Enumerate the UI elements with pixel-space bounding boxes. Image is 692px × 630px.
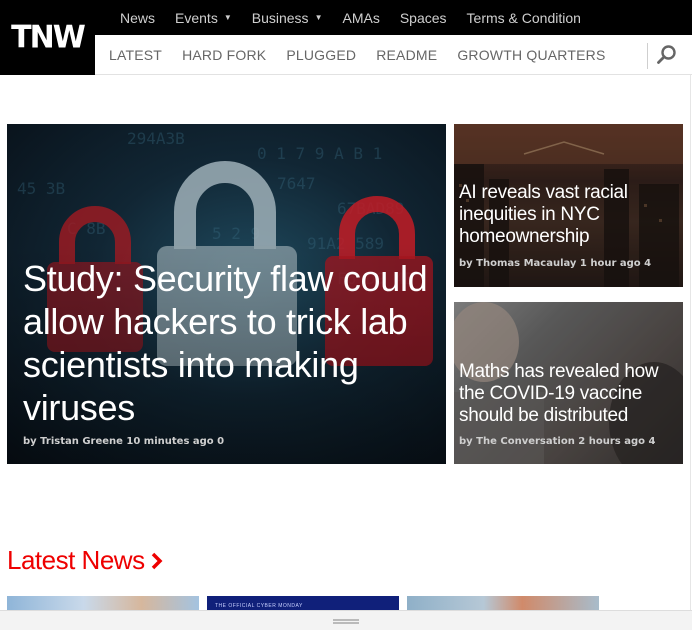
featured-article-card[interactable]: 294A3B 0 1 7 9 A B 1 7647 67BAD89 45 3B … xyxy=(7,124,446,464)
featured-article-title[interactable]: Study: Security flaw could allow hackers… xyxy=(23,257,433,429)
drag-handle-icon xyxy=(333,619,359,624)
top-nav-label: News xyxy=(120,9,156,26)
search-button[interactable] xyxy=(655,43,679,67)
top-nav-events[interactable]: Events ▼ xyxy=(165,10,242,26)
chevron-down-icon: ▼ xyxy=(223,13,232,22)
search-icon xyxy=(657,45,676,64)
article-card[interactable]: Maths has revealed how the COVID-19 vacc… xyxy=(454,302,683,464)
top-nav-terms[interactable]: Terms & Condition xyxy=(457,10,591,26)
section-readme[interactable]: README xyxy=(376,47,437,63)
article-byline: by Thomas Macaulay 1 hour ago 4 xyxy=(459,258,652,269)
section-hard-fork[interactable]: HARD FORK xyxy=(182,47,266,63)
section-latest[interactable]: LATEST xyxy=(109,47,162,63)
top-nav-label: Business xyxy=(251,9,309,26)
divider xyxy=(690,75,691,615)
divider xyxy=(647,43,648,69)
thumbnail-caption: THE OFFICIAL CYBER MONDAY xyxy=(215,603,303,609)
site-logo[interactable]: TNW xyxy=(0,0,95,75)
news-thumbnail[interactable]: THE OFFICIAL CYBER MONDAY xyxy=(207,596,399,610)
top-nav-label: AMAs xyxy=(342,9,380,26)
section-nav-bar: LATEST HARD FORK PLUGGED README GROWTH Q… xyxy=(95,35,692,75)
section-growth-quarters[interactable]: GROWTH QUARTERS xyxy=(457,47,605,63)
top-nav-business[interactable]: Business ▼ xyxy=(242,10,333,26)
latest-news-heading[interactable]: Latest News xyxy=(7,545,163,576)
top-nav-amas[interactable]: AMAs xyxy=(332,10,389,26)
top-nav-label: Events xyxy=(175,9,218,26)
top-nav-spaces[interactable]: Spaces xyxy=(390,10,457,26)
chevron-down-icon: ▼ xyxy=(314,13,323,22)
section-plugged[interactable]: PLUGGED xyxy=(286,47,356,63)
resize-bar[interactable] xyxy=(0,610,692,630)
article-card[interactable]: AI reveals vast racial inequities in NYC… xyxy=(454,124,683,287)
article-title[interactable]: AI reveals vast racial inequities in NYC… xyxy=(459,182,679,248)
article-title[interactable]: Maths has revealed how the COVID-19 vacc… xyxy=(459,361,679,427)
logo-text: TNW xyxy=(11,19,86,56)
top-nav: News Events ▼ Business ▼ AMAs Spaces Terms… xyxy=(110,0,591,35)
featured-article-byline: by Tristan Greene 10 minutes ago 0 xyxy=(23,436,225,447)
top-nav-news[interactable]: News xyxy=(110,10,165,26)
news-thumbnail[interactable] xyxy=(7,596,199,610)
section-nav: LATEST HARD FORK PLUGGED README GROWTH Q… xyxy=(109,35,626,75)
top-nav-label: Terms & Condition xyxy=(466,9,581,26)
chevron-right-icon xyxy=(151,552,163,569)
article-byline: by The Conversation 2 hours ago 4 xyxy=(459,436,656,447)
section-heading: Latest News xyxy=(7,545,145,575)
top-nav-label: Spaces xyxy=(399,9,447,26)
news-thumbnail[interactable] xyxy=(407,596,599,610)
